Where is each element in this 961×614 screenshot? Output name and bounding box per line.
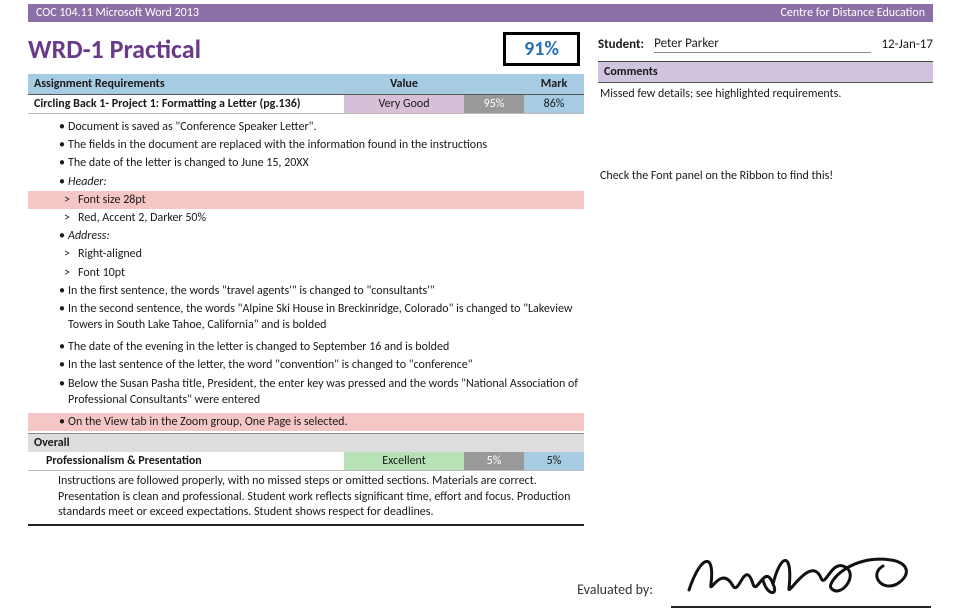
signature xyxy=(671,544,931,608)
comments-header: Comments xyxy=(598,62,933,83)
signature-icon xyxy=(681,544,921,600)
req-item: In the second sentence, the words "Alpin… xyxy=(68,301,584,333)
hdr-req: Assignment Requirements xyxy=(28,74,344,94)
prof-pct: 5% xyxy=(464,452,524,470)
comment-text: Missed few details; see highlighted requ… xyxy=(598,83,933,105)
req-item: The fields in the document are replaced … xyxy=(68,137,584,153)
req-item: Document is saved as "Conference Speaker… xyxy=(68,119,584,135)
evaluated-by-label: Evaluated by: xyxy=(577,581,653,608)
req-subitem-hl: Font size 28pt xyxy=(78,192,584,208)
req-item: In the last sentence of the letter, the … xyxy=(68,357,584,373)
req-subitem: Font 10pt xyxy=(78,265,584,281)
professionalism-row: Professionalism & Presentation Excellent… xyxy=(28,452,584,471)
req-item-hl: On the View tab in the Zoom group, One P… xyxy=(68,414,584,430)
page-title: WRD-1 Practical xyxy=(28,33,201,65)
hdr-mark: Mark xyxy=(524,74,584,94)
requirements-header: Assignment Requirements Value Mark xyxy=(28,74,584,95)
evaluated-row: Evaluated by: xyxy=(0,526,961,614)
org-name: Centre for Distance Education xyxy=(780,6,925,20)
req-item: Below the Susan Pasha title, President, … xyxy=(68,376,584,408)
project-mark: 86% xyxy=(524,95,584,113)
course-code: COC 104.11 Microsoft Word 2013 xyxy=(36,6,199,20)
req-item: The date of the evening in the letter is… xyxy=(68,339,584,355)
top-bar: COC 104.11 Microsoft Word 2013 Centre fo… xyxy=(28,4,933,22)
student-row: Student: Peter Parker 12-Jan-17 xyxy=(598,22,933,62)
student-name: Peter Parker xyxy=(654,36,871,53)
hdr-value: Value xyxy=(344,74,464,94)
project-pct: 95% xyxy=(464,95,524,113)
project-title: Circling Back 1- Project 1: Formatting a… xyxy=(28,95,344,113)
req-item-header: Header: xyxy=(68,174,584,190)
eval-date: 12-Jan-17 xyxy=(881,37,933,52)
project-row: Circling Back 1- Project 1: Formatting a… xyxy=(28,95,584,114)
prof-mark: 5% xyxy=(524,452,584,470)
requirement-list: •Document is saved as "Conference Speake… xyxy=(28,114,584,433)
overall-header: Overall xyxy=(28,433,584,452)
req-item: In the first sentence, the words "travel… xyxy=(68,283,584,299)
student-label: Student: xyxy=(598,37,644,52)
right-column: Student: Peter Parker 12-Jan-17 Comments… xyxy=(598,22,933,526)
left-column: WRD-1 Practical 91% Assignment Requireme… xyxy=(28,22,584,526)
prof-rating: Excellent xyxy=(344,452,464,470)
hdr-pct xyxy=(464,74,524,94)
overall-score: 91% xyxy=(503,32,580,66)
req-subitem: Right-aligned xyxy=(78,246,584,262)
req-item-address: Address: xyxy=(68,228,584,244)
prof-desc: Instructions are followed properly, with… xyxy=(28,471,584,526)
req-item: The date of the letter is changed to Jun… xyxy=(68,155,584,171)
project-rating: Very Good xyxy=(344,95,464,113)
comment-text: Check the Font panel on the Ribbon to fi… xyxy=(598,165,933,187)
prof-title: Professionalism & Presentation xyxy=(28,452,344,470)
req-subitem: Red, Accent 2, Darker 50% xyxy=(78,210,584,226)
